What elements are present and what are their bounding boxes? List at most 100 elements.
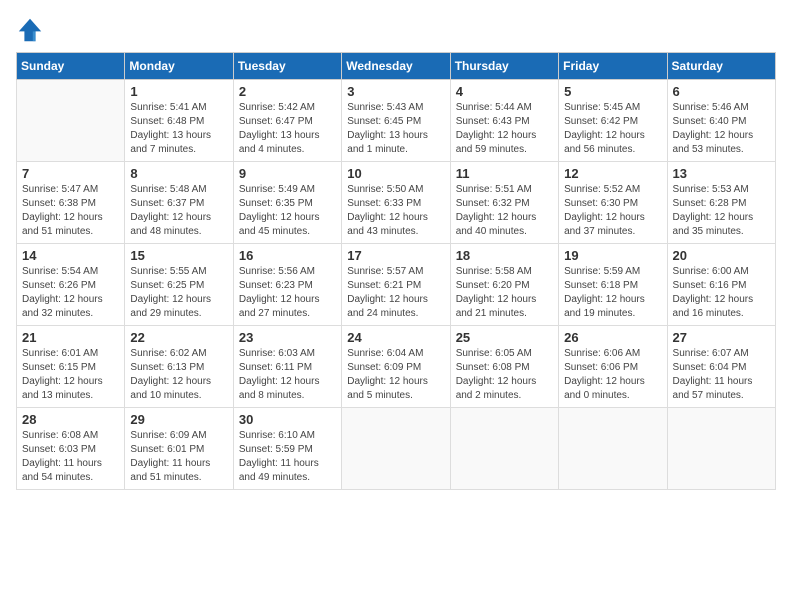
calendar-cell: 10Sunrise: 5:50 AM Sunset: 6:33 PM Dayli… <box>342 162 450 244</box>
calendar-header-row: SundayMondayTuesdayWednesdayThursdayFrid… <box>17 53 776 80</box>
day-info: Sunrise: 5:51 AM Sunset: 6:32 PM Dayligh… <box>456 183 553 239</box>
day-info: Sunrise: 5:56 AM Sunset: 6:23 PM Dayligh… <box>239 265 336 321</box>
day-info: Sunrise: 6:07 AM Sunset: 6:04 PM Dayligh… <box>673 347 770 403</box>
day-info: Sunrise: 5:42 AM Sunset: 6:47 PM Dayligh… <box>239 101 336 157</box>
day-number: 17 <box>347 248 444 263</box>
calendar-cell: 27 Sunrise: 6:07 AM Sunset: 6:04 PM Dayli… <box>667 326 775 408</box>
logo <box>16 16 48 44</box>
calendar: SundayMondayTuesdayWednesdayThursdayFrid… <box>16 52 776 490</box>
day-number: 28 <box>22 412 119 427</box>
calendar-cell: 11 Sunrise: 5:51 AM Sunset: 6:32 PM Dayli… <box>450 162 558 244</box>
day-number: 18 <box>456 248 553 263</box>
day-info: Sunrise: 6:08 AM Sunset: 6:03 PM Dayligh… <box>22 429 119 485</box>
calendar-cell: 16Sunrise: 5:56 AM Sunset: 6:23 PM Dayli… <box>233 244 341 326</box>
day-info: Sunrise: 5:41 AM Sunset: 6:48 PM Dayligh… <box>130 101 227 157</box>
calendar-cell: 8Sunrise: 5:48 AM Sunset: 6:37 PM Daylig… <box>125 162 233 244</box>
calendar-cell: 12 Sunrise: 5:52 AM Sunset: 6:30 PM Dayli… <box>559 162 667 244</box>
day-header-friday: Friday <box>559 53 667 80</box>
day-info: Sunrise: 6:06 AM Sunset: 6:06 PM Dayligh… <box>564 347 661 403</box>
day-info: Sunrise: 6:05 AM Sunset: 6:08 PM Dayligh… <box>456 347 553 403</box>
day-info: Sunrise: 6:03 AM Sunset: 6:11 PM Dayligh… <box>239 347 336 403</box>
day-number: 8 <box>130 166 227 181</box>
calendar-cell: 20Sunrise: 6:00 AM Sunset: 6:16 PM Dayli… <box>667 244 775 326</box>
calendar-cell: 21Sunrise: 6:01 AM Sunset: 6:15 PM Dayli… <box>17 326 125 408</box>
calendar-cell <box>17 80 125 162</box>
day-number: 21 <box>22 330 119 345</box>
day-info: Sunrise: 5:53 AM Sunset: 6:28 PM Dayligh… <box>673 183 770 239</box>
calendar-cell: 24 Sunrise: 6:04 AM Sunset: 6:09 PM Dayli… <box>342 326 450 408</box>
day-info: Sunrise: 5:57 AM Sunset: 6:21 PM Dayligh… <box>347 265 444 321</box>
calendar-week-row: 1 Sunrise: 5:41 AM Sunset: 6:48 PM Daylig… <box>17 80 776 162</box>
day-number: 14 <box>22 248 119 263</box>
calendar-cell: 4 Sunrise: 5:44 AM Sunset: 6:43 PM Daylig… <box>450 80 558 162</box>
day-info: Sunrise: 6:10 AM Sunset: 5:59 PM Dayligh… <box>239 429 336 485</box>
calendar-cell: 2 Sunrise: 5:42 AM Sunset: 6:47 PM Daylig… <box>233 80 341 162</box>
day-number: 22 <box>130 330 227 345</box>
calendar-cell: 23 Sunrise: 6:03 AM Sunset: 6:11 PM Dayli… <box>233 326 341 408</box>
day-number: 1 <box>130 84 227 99</box>
day-number: 6 <box>673 84 770 99</box>
calendar-cell: 13 Sunrise: 5:53 AM Sunset: 6:28 PM Dayli… <box>667 162 775 244</box>
day-number: 26 <box>564 330 661 345</box>
day-info: Sunrise: 6:02 AM Sunset: 6:13 PM Dayligh… <box>130 347 227 403</box>
day-number: 29 <box>130 412 227 427</box>
day-info: Sunrise: 5:44 AM Sunset: 6:43 PM Dayligh… <box>456 101 553 157</box>
calendar-cell: 30 Sunrise: 6:10 AM Sunset: 5:59 PM Dayli… <box>233 408 341 490</box>
day-number: 13 <box>673 166 770 181</box>
day-info: Sunrise: 5:59 AM Sunset: 6:18 PM Dayligh… <box>564 265 661 321</box>
day-header-tuesday: Tuesday <box>233 53 341 80</box>
calendar-cell: 18Sunrise: 5:58 AM Sunset: 6:20 PM Dayli… <box>450 244 558 326</box>
calendar-week-row: 28 Sunrise: 6:08 AM Sunset: 6:03 PM Dayli… <box>17 408 776 490</box>
day-number: 2 <box>239 84 336 99</box>
day-number: 5 <box>564 84 661 99</box>
calendar-cell: 9 Sunrise: 5:49 AM Sunset: 6:35 PM Daylig… <box>233 162 341 244</box>
calendar-cell: 28 Sunrise: 6:08 AM Sunset: 6:03 PM Dayli… <box>17 408 125 490</box>
logo-icon <box>16 16 44 44</box>
calendar-cell: 5 Sunrise: 5:45 AM Sunset: 6:42 PM Daylig… <box>559 80 667 162</box>
calendar-cell: 7Sunrise: 5:47 AM Sunset: 6:38 PM Daylig… <box>17 162 125 244</box>
calendar-week-row: 21Sunrise: 6:01 AM Sunset: 6:15 PM Dayli… <box>17 326 776 408</box>
calendar-cell <box>342 408 450 490</box>
day-info: Sunrise: 5:43 AM Sunset: 6:45 PM Dayligh… <box>347 101 444 157</box>
day-header-saturday: Saturday <box>667 53 775 80</box>
day-info: Sunrise: 5:49 AM Sunset: 6:35 PM Dayligh… <box>239 183 336 239</box>
day-header-sunday: Sunday <box>17 53 125 80</box>
day-info: Sunrise: 5:50 AM Sunset: 6:33 PM Dayligh… <box>347 183 444 239</box>
calendar-cell <box>559 408 667 490</box>
calendar-week-row: 14 Sunrise: 5:54 AM Sunset: 6:26 PM Dayli… <box>17 244 776 326</box>
day-number: 12 <box>564 166 661 181</box>
calendar-cell: 3 Sunrise: 5:43 AM Sunset: 6:45 PM Daylig… <box>342 80 450 162</box>
calendar-cell <box>667 408 775 490</box>
day-number: 9 <box>239 166 336 181</box>
calendar-cell: 17 Sunrise: 5:57 AM Sunset: 6:21 PM Dayli… <box>342 244 450 326</box>
calendar-week-row: 7Sunrise: 5:47 AM Sunset: 6:38 PM Daylig… <box>17 162 776 244</box>
day-number: 4 <box>456 84 553 99</box>
day-number: 25 <box>456 330 553 345</box>
header <box>16 16 776 44</box>
day-number: 23 <box>239 330 336 345</box>
day-number: 19 <box>564 248 661 263</box>
calendar-cell: 25 Sunrise: 6:05 AM Sunset: 6:08 PM Dayli… <box>450 326 558 408</box>
day-number: 11 <box>456 166 553 181</box>
calendar-cell <box>450 408 558 490</box>
day-header-thursday: Thursday <box>450 53 558 80</box>
calendar-cell: 19 Sunrise: 5:59 AM Sunset: 6:18 PM Dayli… <box>559 244 667 326</box>
day-info: Sunrise: 5:45 AM Sunset: 6:42 PM Dayligh… <box>564 101 661 157</box>
day-number: 30 <box>239 412 336 427</box>
day-number: 7 <box>22 166 119 181</box>
day-number: 27 <box>673 330 770 345</box>
day-info: Sunrise: 5:55 AM Sunset: 6:25 PM Dayligh… <box>130 265 227 321</box>
day-number: 24 <box>347 330 444 345</box>
day-number: 3 <box>347 84 444 99</box>
day-info: Sunrise: 5:46 AM Sunset: 6:40 PM Dayligh… <box>673 101 770 157</box>
day-info: Sunrise: 6:04 AM Sunset: 6:09 PM Dayligh… <box>347 347 444 403</box>
calendar-cell: 22 Sunrise: 6:02 AM Sunset: 6:13 PM Dayli… <box>125 326 233 408</box>
day-number: 20 <box>673 248 770 263</box>
calendar-cell: 1 Sunrise: 5:41 AM Sunset: 6:48 PM Daylig… <box>125 80 233 162</box>
calendar-cell: 29 Sunrise: 6:09 AM Sunset: 6:01 PM Dayli… <box>125 408 233 490</box>
day-number: 15 <box>130 248 227 263</box>
day-info: Sunrise: 6:09 AM Sunset: 6:01 PM Dayligh… <box>130 429 227 485</box>
calendar-cell: 15 Sunrise: 5:55 AM Sunset: 6:25 PM Dayli… <box>125 244 233 326</box>
day-info: Sunrise: 5:54 AM Sunset: 6:26 PM Dayligh… <box>22 265 119 321</box>
day-info: Sunrise: 5:52 AM Sunset: 6:30 PM Dayligh… <box>564 183 661 239</box>
